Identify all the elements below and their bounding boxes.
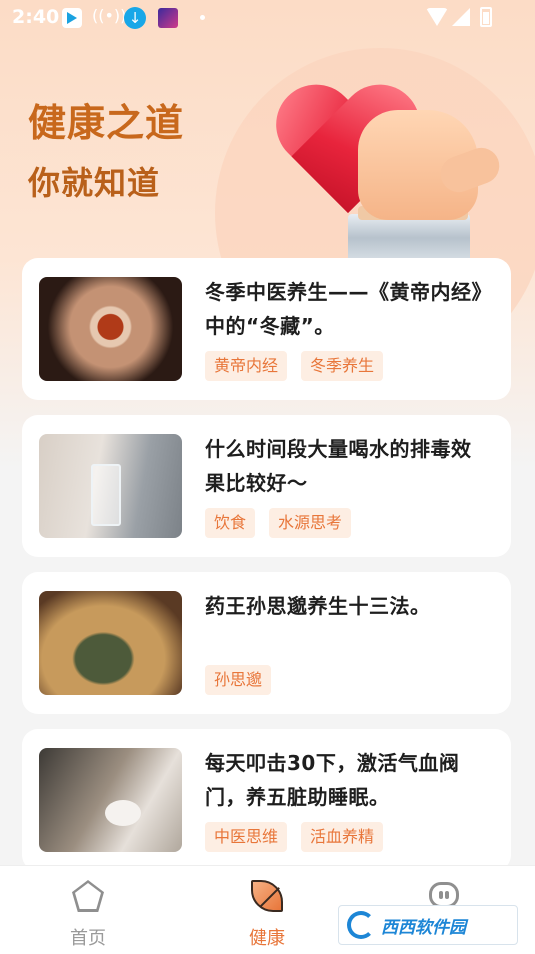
article-tags: 黄帝内经 冬季养生	[205, 351, 384, 381]
water-glass-photo	[39, 434, 182, 538]
article-tags: 饮食 水源思考	[205, 508, 352, 538]
hero-subtitle: 你就知道	[28, 164, 161, 202]
article-title: 什么时间段大量喝水的排毒效果比较好～	[205, 437, 472, 495]
wifi-icon	[426, 8, 448, 26]
herbs-basket-photo	[39, 591, 182, 695]
watermark: 西西软件园	[338, 905, 518, 945]
article-tag[interactable]: 饮食	[205, 508, 256, 538]
game-app-icon	[158, 8, 178, 28]
article-tags: 中医思维 活血养精	[205, 822, 384, 852]
nav-tab-health[interactable]: 健康	[217, 874, 317, 950]
watermark-logo-icon	[347, 911, 375, 939]
heart-fist-illustration	[270, 82, 510, 262]
article-title: 冬季中医养生——《黄帝内经》中的“冬藏”。	[205, 280, 482, 338]
sleeve-graphic	[348, 214, 470, 262]
article-tag[interactable]: 中医思维	[205, 822, 288, 852]
battery-icon	[480, 7, 492, 27]
download-icon: ↓	[124, 7, 146, 29]
article-title: 药王孙思邈养生十三法。	[205, 594, 431, 618]
article-tag[interactable]: 活血养精	[301, 822, 384, 852]
piggy-bank-photo	[39, 748, 182, 852]
article-card[interactable]: 冬季中医养生——《黄帝内经》中的“冬藏”。 黄帝内经 冬季养生	[22, 258, 511, 400]
leaf-icon	[251, 880, 283, 912]
pentagon-home-icon	[72, 880, 104, 912]
article-tag[interactable]: 黄帝内经	[205, 351, 288, 381]
app-notification-icon	[62, 8, 82, 28]
nav-tab-home[interactable]: 首页	[38, 874, 138, 950]
sound-wave-icon: ((•))	[92, 6, 127, 25]
article-tags: 孙思邈	[205, 665, 272, 695]
article-title: 每天叩击30下，激活气血阀门，养五脏助睡眠。	[205, 751, 460, 809]
article-card[interactable]: 每天叩击30下，激活气血阀门，养五脏助睡眠。 中医思维 活血养精	[22, 729, 511, 871]
signal-icon	[452, 8, 470, 26]
article-tag[interactable]: 水源思考	[269, 508, 352, 538]
article-tag[interactable]: 孙思邈	[205, 665, 272, 695]
article-card[interactable]: 什么时间段大量喝水的排毒效果比较好～ 饮食 水源思考	[22, 415, 511, 557]
nav-tab-label: 健康	[249, 928, 285, 949]
watermark-text: 西西软件园	[381, 917, 466, 938]
status-bar: 2:40 ((•)) ↓	[0, 0, 535, 36]
more-notifications-dot-icon	[200, 15, 205, 20]
article-card[interactable]: 药王孙思邈养生十三法。 孙思邈	[22, 572, 511, 714]
article-tag[interactable]: 冬季养生	[301, 351, 384, 381]
nav-tab-label: 首页	[70, 928, 106, 949]
hero-title: 健康之道	[28, 101, 185, 145]
tea-cup-photo	[39, 277, 182, 381]
status-time: 2:40	[12, 6, 60, 28]
